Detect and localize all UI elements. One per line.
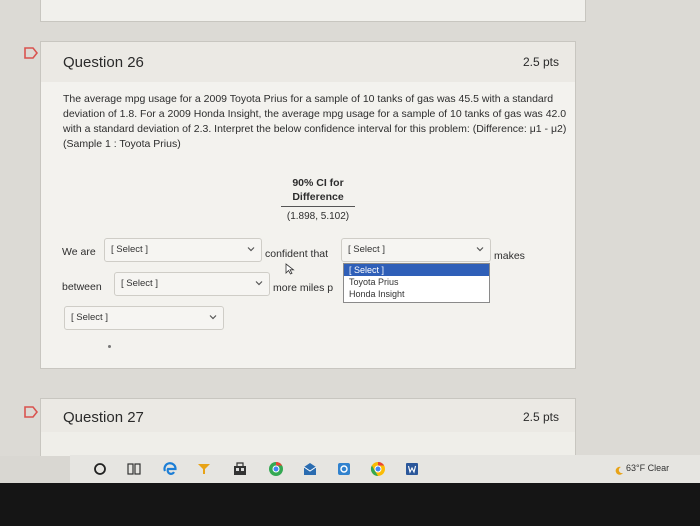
- question-27-header: Question 27 2.5 pts: [40, 398, 576, 434]
- ci-header-line1: 90% CI for: [292, 177, 344, 189]
- dropdown-option-select[interactable]: [ Select ]: [344, 264, 489, 276]
- taskbar: 63°F Clear: [70, 455, 700, 483]
- decorative-dot: [108, 345, 111, 348]
- dropdown-option-honda-insight[interactable]: Honda Insight: [344, 288, 489, 300]
- monitor-bezel: [0, 483, 700, 526]
- mouse-cursor-icon: [285, 262, 295, 275]
- ci-header-line2: Difference: [281, 190, 355, 207]
- browser-viewport: Question 26 2.5 pts The average mpg usag…: [0, 0, 700, 456]
- search-icon[interactable]: [92, 461, 108, 477]
- weather-moon-icon: [614, 463, 624, 475]
- question-26-points: 2.5 pts: [522, 55, 559, 69]
- select-confidence-level-value: [ Select ]: [111, 244, 148, 255]
- label-makes: makes: [494, 250, 525, 262]
- vehicle-dropdown-list[interactable]: [ Select ] Toyota Prius Honda Insight: [343, 263, 490, 303]
- app-blue-icon[interactable]: [336, 461, 352, 477]
- flag-icon[interactable]: [24, 406, 38, 418]
- select-conclusion-value: [ Select ]: [71, 312, 108, 323]
- dropdown-option-toyota-prius[interactable]: Toyota Prius: [344, 276, 489, 288]
- edge-browser-icon[interactable]: [162, 461, 178, 477]
- chevron-down-icon: [255, 279, 263, 287]
- question-27-title: Question 27: [63, 409, 144, 426]
- flag-icon[interactable]: [24, 47, 38, 59]
- task-view-icon[interactable]: [126, 461, 142, 477]
- label-confident-that: confident that: [265, 248, 329, 260]
- chevron-down-icon: [247, 245, 255, 253]
- select-confidence-level[interactable]: [ Select ]: [104, 238, 262, 262]
- word-icon[interactable]: [404, 461, 420, 477]
- question-27-points: 2.5 pts: [522, 410, 559, 424]
- question-26-text: The average mpg usage for a 2009 Toyota …: [63, 93, 567, 150]
- question-26-title: Question 26: [63, 54, 144, 71]
- chrome-icon[interactable]: [268, 461, 284, 477]
- label-between: between: [62, 281, 102, 293]
- select-vehicle-1[interactable]: [ Select ]: [341, 238, 491, 262]
- label-more-miles: more miles p: [273, 282, 334, 294]
- select-difference-range[interactable]: [ Select ]: [114, 272, 270, 296]
- store-icon[interactable]: [232, 461, 248, 477]
- app-icon[interactable]: [196, 461, 212, 477]
- chrome-icon-2[interactable]: [370, 461, 386, 477]
- weather-status[interactable]: 63°F Clear: [626, 463, 669, 473]
- question-26-header: Question 26 2.5 pts: [40, 41, 576, 83]
- chevron-down-icon: [476, 245, 484, 253]
- confidence-interval-table: 90% CI for Difference (1.898, 5.102): [281, 176, 355, 225]
- question-27-body: [40, 432, 576, 456]
- select-vehicle-1-value: [ Select ]: [348, 244, 385, 255]
- ci-value: (1.898, 5.102): [286, 211, 350, 222]
- select-difference-range-value: [ Select ]: [121, 278, 158, 289]
- mail-icon[interactable]: [302, 461, 318, 477]
- chevron-down-icon: [209, 313, 217, 321]
- previous-question-card: [40, 0, 586, 22]
- label-we-are: We are: [62, 246, 96, 258]
- select-conclusion[interactable]: [ Select ]: [64, 306, 224, 330]
